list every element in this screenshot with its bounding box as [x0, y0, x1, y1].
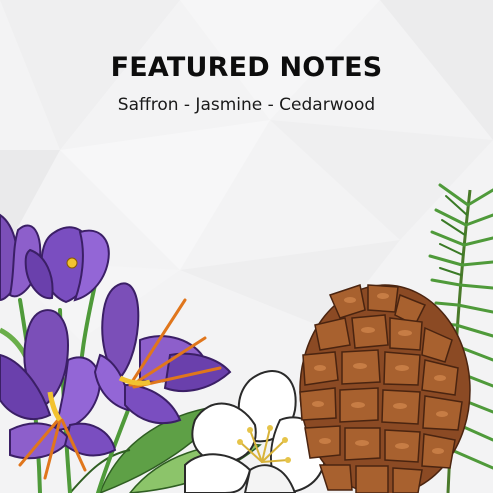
pine-cone: [299, 284, 471, 493]
illustration-layer: [0, 183, 493, 493]
